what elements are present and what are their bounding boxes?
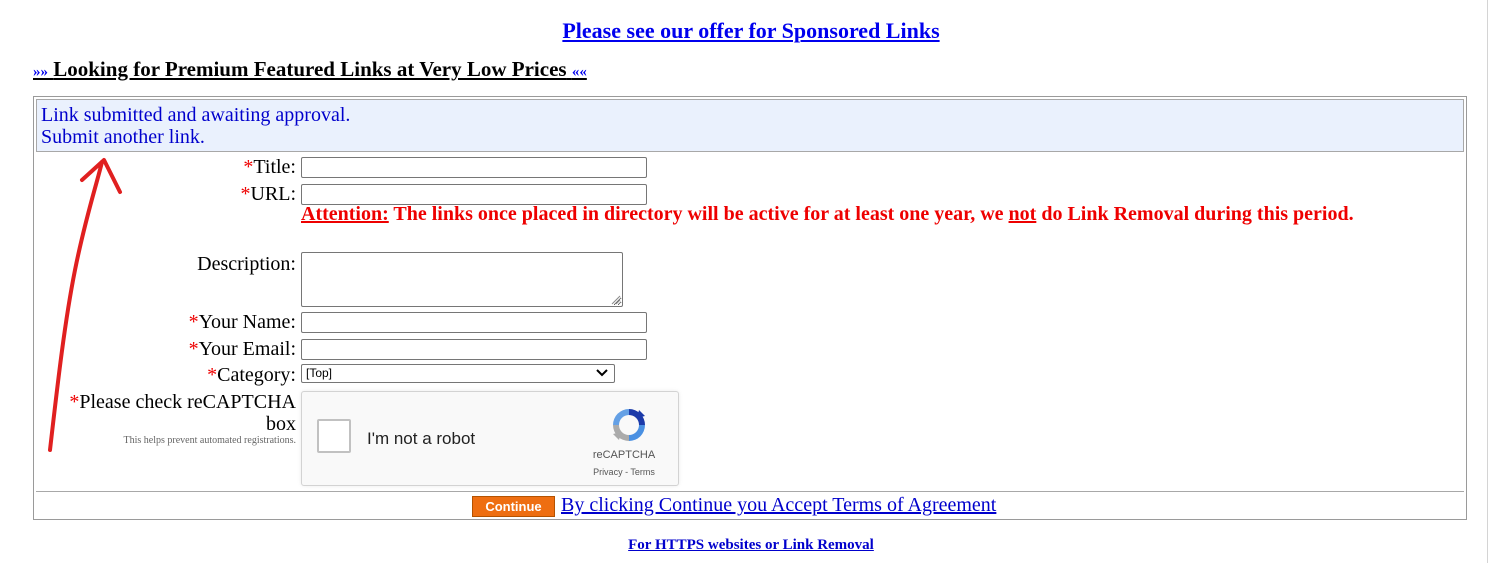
premium-suffix-arrows: «« <box>571 64 587 80</box>
category-selected-value: [Top] <box>306 366 333 380</box>
recaptcha-privacy-link[interactable]: Privacy <box>593 467 623 477</box>
your-name-label-text: Your Name: <box>198 311 296 333</box>
resize-grip-icon[interactable] <box>609 293 621 305</box>
url-input[interactable] <box>301 184 647 205</box>
title-label: *Title: <box>243 156 296 178</box>
category-label: *Category: <box>207 364 296 386</box>
submission-notice: Link submitted and awaiting approval. Su… <box>36 99 1464 152</box>
required-mark: * <box>188 311 199 333</box>
attention-not: not <box>1008 203 1037 225</box>
recaptcha-widget: I'm not a robot reCAPTCHA Privacy - Term… <box>301 391 679 486</box>
required-mark: * <box>188 338 199 360</box>
description-label: Description: <box>197 253 296 275</box>
chevron-down-icon <box>596 369 608 377</box>
your-name-label: *Your Name: <box>189 311 296 333</box>
submit-another-link[interactable]: Submit another link. <box>41 126 1463 148</box>
your-name-input[interactable] <box>301 312 647 333</box>
your-email-input[interactable] <box>301 339 647 360</box>
captcha-label: *Please check reCAPTCHA box <box>36 391 296 435</box>
description-textarea[interactable] <box>301 252 623 307</box>
url-label: *URL: <box>240 183 296 205</box>
captcha-checkbox-label: I'm not a robot <box>367 429 476 448</box>
category-select[interactable]: [Top] <box>301 364 615 383</box>
required-mark: * <box>207 364 218 386</box>
title-input[interactable] <box>301 157 647 178</box>
attention-text-2: do Link Removal during this period. <box>1041 203 1354 225</box>
recaptcha-brand: reCAPTCHA <box>592 449 656 461</box>
recaptcha-links: Privacy - Terms <box>572 467 676 477</box>
required-mark: * <box>243 156 254 178</box>
required-mark: * <box>69 391 80 413</box>
title-label-text: Title: <box>253 156 296 178</box>
premium-heading-text[interactable]: Looking for Premium Featured Links at Ve… <box>53 57 566 81</box>
category-label-text: Category: <box>217 364 296 386</box>
captcha-help-text: This helps prevent automated registratio… <box>123 435 296 446</box>
sponsored-links-offer-link[interactable]: Please see our offer for Sponsored Links <box>0 18 1502 44</box>
attention-warning: Attention: The links once placed in dire… <box>301 203 1451 225</box>
recaptcha-logo-icon <box>613 409 645 441</box>
premium-prefix-arrows: »» <box>33 64 48 80</box>
attention-heading: Attention: <box>301 203 389 225</box>
captcha-label-text: Please check reCAPTCHA box <box>79 391 296 435</box>
notice-awaiting-approval: Link submitted and awaiting approval. <box>41 104 351 126</box>
terms-of-agreement-link[interactable]: By clicking Continue you Accept Terms of… <box>561 494 996 517</box>
attention-text-1: The links once placed in directory will … <box>393 203 1004 225</box>
recaptcha-terms-link[interactable]: Terms <box>630 467 655 477</box>
url-label-text: URL: <box>250 183 296 205</box>
your-email-label-text: Your Email: <box>198 338 296 360</box>
captcha-checkbox[interactable] <box>317 419 351 453</box>
page-edge <box>1487 0 1488 563</box>
continue-button[interactable]: Continue <box>472 496 555 517</box>
required-mark: * <box>240 183 251 205</box>
form-separator <box>36 491 1464 492</box>
your-email-label: *Your Email: <box>189 338 296 360</box>
premium-featured-links-heading[interactable]: »» Looking for Premium Featured Links at… <box>33 57 587 82</box>
https-link-removal-link[interactable]: For HTTPS websites or Link Removal <box>0 537 1502 554</box>
